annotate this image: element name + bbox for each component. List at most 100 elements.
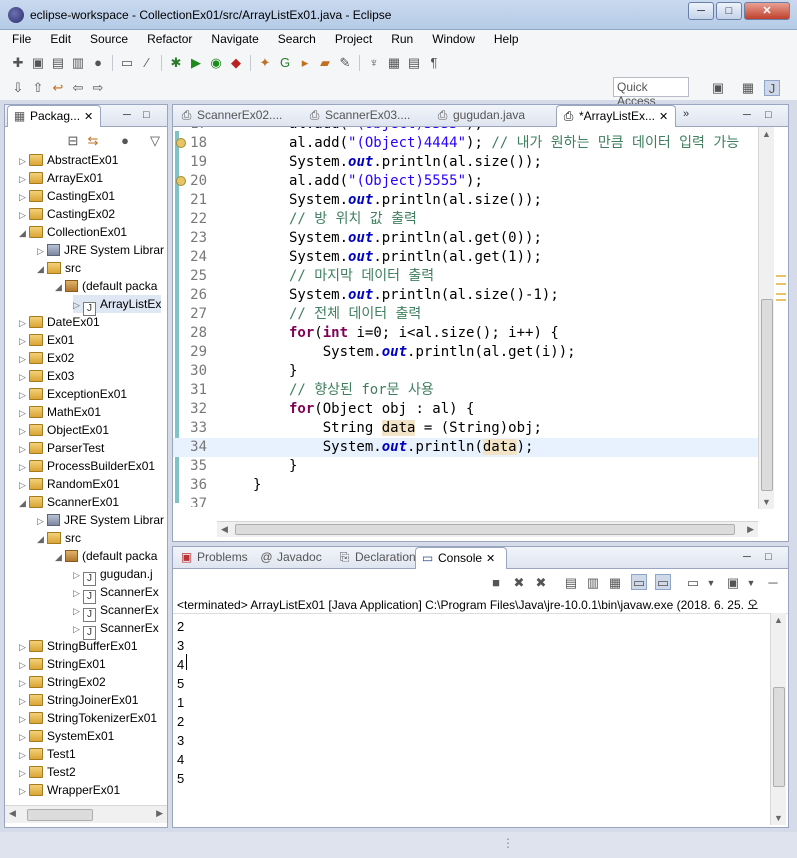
- display-console-icon[interactable]: ▭: [685, 575, 701, 591]
- remove-launch-icon[interactable]: ✖: [511, 575, 527, 591]
- collapsed-arrow-icon[interactable]: ▷: [37, 242, 47, 260]
- run-icon[interactable]: ▶: [188, 55, 204, 71]
- warning-marker-icon[interactable]: [176, 138, 186, 148]
- tree-item[interactable]: ▷ CastingEx02: [19, 205, 115, 223]
- tree-item[interactable]: ▷ RandomEx01: [19, 475, 120, 493]
- tree-item[interactable]: ▷ CastingEx01: [19, 187, 115, 205]
- tree-item[interactable]: ▷ SystemEx01: [19, 727, 114, 745]
- console-output[interactable]: 2 3 4 5 1 2 3 4 5: [177, 617, 184, 788]
- code-line[interactable]: 31 // 향상된 for문 사용: [173, 381, 758, 400]
- tree-item[interactable]: ▷ StringJoinerEx01: [19, 691, 138, 709]
- tab-gugudan[interactable]: ⎙ gugudan.java: [431, 105, 559, 127]
- open-folder-icon[interactable]: ▰: [317, 55, 333, 71]
- view-menu-chevron-icon[interactable]: ▽: [147, 133, 163, 149]
- tab-package-explorer[interactable]: ▦ Packag... ✕: [7, 105, 101, 127]
- tab-console[interactable]: ▭ Console ✕: [415, 547, 507, 569]
- terminal-icon[interactable]: ▭: [119, 55, 135, 71]
- collapsed-arrow-icon[interactable]: ▷: [19, 314, 29, 332]
- tree-item[interactable]: ▷ Ex01: [19, 331, 74, 349]
- scroll-down-icon[interactable]: ▼: [774, 813, 783, 823]
- search-icon[interactable]: ✎: [337, 55, 353, 71]
- code-line[interactable]: 29 System.out.println(al.get(i));: [173, 343, 758, 362]
- console-vertical-scrollbar[interactable]: ▲ ▼: [770, 613, 786, 825]
- terminate-icon[interactable]: ■: [488, 575, 504, 591]
- new-icon[interactable]: ✚: [10, 55, 26, 71]
- expanded-arrow-icon[interactable]: ◢: [37, 530, 47, 548]
- expanded-arrow-icon[interactable]: ◢: [55, 278, 65, 296]
- collapsed-arrow-icon[interactable]: ▷: [19, 674, 29, 692]
- tree-item[interactable]: ▷ J ScannerEx: [73, 583, 159, 604]
- expanded-arrow-icon[interactable]: ◢: [19, 224, 29, 242]
- collapsed-arrow-icon[interactable]: ▷: [19, 692, 29, 710]
- link-with-editor-icon[interactable]: ⇆: [85, 133, 101, 149]
- menu-help[interactable]: Help: [482, 30, 526, 50]
- collapsed-arrow-icon[interactable]: ▷: [19, 188, 29, 206]
- profile-icon[interactable]: ●: [90, 55, 106, 71]
- scroll-up-icon[interactable]: ▲: [762, 129, 771, 139]
- toggle-mark-icon[interactable]: ▦: [386, 55, 402, 71]
- tree-item[interactable]: ▷ ExceptionEx01: [19, 385, 127, 403]
- menu-search[interactable]: Search: [266, 30, 323, 50]
- warning-marker[interactable]: [776, 283, 786, 285]
- collapsed-arrow-icon[interactable]: ▷: [19, 332, 29, 350]
- java-perspective-icon[interactable]: J: [764, 80, 780, 96]
- warning-marker[interactable]: [776, 299, 786, 301]
- collapsed-arrow-icon[interactable]: ▷: [19, 476, 29, 494]
- menu-refactor[interactable]: Refactor: [135, 30, 199, 50]
- code-line[interactable]: 32 for(Object obj : al) {: [173, 400, 758, 419]
- overflow-tabs[interactable]: »: [683, 108, 689, 120]
- menu-source[interactable]: Source: [78, 30, 135, 50]
- tree-item[interactable]: ◢ (default packa: [55, 277, 157, 295]
- collapsed-arrow-icon[interactable]: ▷: [19, 710, 29, 728]
- collapsed-arrow-icon[interactable]: ▷: [73, 566, 83, 584]
- chevron-down-icon[interactable]: ▼: [743, 575, 759, 591]
- next-annotation-icon[interactable]: ⇩: [10, 80, 26, 96]
- menu-window[interactable]: Window: [420, 30, 482, 50]
- scroll-lock-icon[interactable]: ▥: [585, 575, 601, 591]
- code-line[interactable]: 21 System.out.println(al.size());: [173, 191, 758, 210]
- tree-item[interactable]: ▷ J ScannerEx: [73, 601, 159, 622]
- editor-horizontal-scrollbar[interactable]: ◀ ▶: [217, 521, 758, 537]
- menu-run[interactable]: Run: [379, 30, 420, 50]
- tree-item[interactable]: ◢ (default packa: [55, 547, 157, 565]
- tree-item[interactable]: ▷ Ex02: [19, 349, 74, 367]
- tree-item[interactable]: ▷ Test1: [19, 745, 76, 763]
- quick-access-input[interactable]: Quick Access: [613, 77, 689, 108]
- maximize-icon[interactable]: □: [765, 551, 772, 563]
- code-line[interactable]: 30}: [173, 362, 758, 381]
- minimize-button[interactable]: ─: [688, 2, 714, 20]
- collapsed-arrow-icon[interactable]: ▷: [73, 620, 83, 638]
- collapsed-arrow-icon[interactable]: ▷: [19, 746, 29, 764]
- collapsed-arrow-icon[interactable]: ▷: [37, 512, 47, 530]
- word-wrap-icon[interactable]: ▦: [607, 575, 623, 591]
- tab-javadoc[interactable]: @ Javadoc: [255, 547, 333, 569]
- code-line[interactable]: 37: [173, 495, 758, 507]
- tree-item[interactable]: ◢ src: [37, 259, 81, 277]
- tree-item[interactable]: ◢ CollectionEx01: [19, 223, 127, 241]
- tree-item[interactable]: ▷ Jgugudan.j: [73, 565, 153, 586]
- tree-item[interactable]: ▷ ArrayEx01: [19, 169, 103, 187]
- tree-item[interactable]: ◢ ScannerEx01: [19, 493, 119, 511]
- tab-scannerex03[interactable]: ⎙ ScannerEx03....: [303, 105, 431, 127]
- code-line[interactable]: 24 System.out.println(al.get(1));: [173, 248, 758, 267]
- new-java-class-icon[interactable]: G: [277, 55, 293, 71]
- save-icon[interactable]: ▣: [30, 55, 46, 71]
- tree-item[interactable]: ▷ WrapperEx01: [19, 781, 120, 799]
- code-line[interactable]: 18 al.add("(Object)4444"); // 내가 원하는 만큼 데…: [173, 134, 758, 153]
- new-java-package-icon[interactable]: ✦: [257, 55, 273, 71]
- close-icon[interactable]: ✕: [84, 111, 93, 123]
- minimize-icon[interactable]: ─: [743, 551, 751, 563]
- code-line[interactable]: 23 System.out.println(al.get(0));: [173, 229, 758, 248]
- scrollbar-thumb[interactable]: [27, 809, 93, 821]
- close-icon[interactable]: ✕: [486, 553, 495, 565]
- scroll-left-icon[interactable]: ◀: [221, 524, 228, 535]
- debug-icon[interactable]: ✱: [168, 55, 184, 71]
- previous-annotation-icon[interactable]: ⇧: [30, 80, 46, 96]
- menu-file[interactable]: File: [0, 30, 38, 50]
- block-selection-icon[interactable]: ▤: [406, 55, 422, 71]
- expanded-arrow-icon[interactable]: ◢: [37, 260, 47, 278]
- close-button[interactable]: ✕: [744, 2, 790, 20]
- code-line[interactable]: 36}: [173, 476, 758, 495]
- code-line[interactable]: 17 al.add("(Object)3333");: [173, 127, 758, 134]
- minimize-icon[interactable]: ─: [743, 109, 751, 121]
